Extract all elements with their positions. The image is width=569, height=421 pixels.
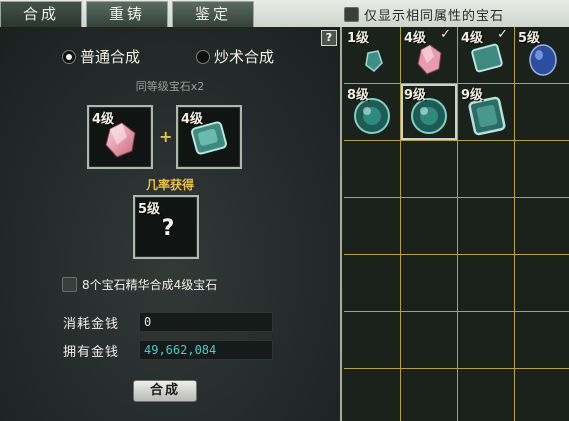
inventory-cell[interactable]: 9级	[458, 84, 515, 141]
inventory-cell[interactable]: 8级	[344, 84, 401, 141]
cost-row: 消耗金钱 0	[63, 312, 273, 332]
check-icon: ✓	[440, 27, 451, 42]
inventory-cell[interactable]	[401, 255, 458, 312]
same-attribute-filter[interactable]: 仅显示相同属性的宝石	[344, 4, 504, 24]
inventory-cell[interactable]	[344, 255, 401, 312]
cost-value: 0	[139, 312, 273, 332]
question-mark-icon: ?	[161, 216, 175, 241]
inventory-grid: 1级 4级 ✓ 4级 ✓ 5级 8级 9级 9级	[344, 27, 569, 421]
chance-label: 几率获得	[145, 178, 194, 192]
tab-recast[interactable]: 重铸	[86, 1, 168, 27]
inventory-cell[interactable]	[515, 312, 569, 369]
inventory-cell[interactable]	[458, 255, 515, 312]
combine-panel: ? 普通合成 炒术合成 同等级宝石x2 4级 + 4级 几率获得 5级 ? 8个…	[0, 27, 340, 421]
slot-level: 4级	[181, 112, 204, 127]
inventory-cell[interactable]: 1级	[344, 27, 401, 84]
inventory-cell[interactable]: 4级 ✓	[401, 27, 458, 84]
mode-normal-label: 普通合成	[80, 48, 141, 66]
combine-button[interactable]: 合成	[133, 380, 197, 402]
gem-level: 9级	[461, 88, 484, 103]
mode-normal-radio[interactable]: 普通合成	[62, 46, 140, 67]
top-bar: 合成 重铸 鉴定 仅显示相同属性的宝石	[0, 0, 569, 27]
input-slot-1[interactable]: 4级	[87, 105, 153, 169]
gem-level: 8级	[347, 88, 370, 103]
inventory-cell[interactable]	[458, 141, 515, 198]
input-slot-2[interactable]: 4级	[176, 105, 242, 169]
inventory-cell[interactable]	[515, 141, 569, 198]
filter-checkbox[interactable]	[344, 6, 359, 22]
inventory-cell[interactable]	[458, 312, 515, 369]
inventory-cell[interactable]: 5级	[515, 27, 569, 84]
gem-level: 4级	[461, 31, 484, 46]
inventory-cell[interactable]: 4级 ✓	[458, 27, 515, 84]
check-icon: ✓	[497, 27, 508, 42]
inventory-cell[interactable]	[344, 141, 401, 198]
filter-label: 仅显示相同属性的宝石	[364, 8, 505, 24]
inventory-cell[interactable]	[344, 312, 401, 369]
inventory-cell[interactable]	[515, 198, 569, 255]
inventory-cell[interactable]	[458, 198, 515, 255]
mode-skill-radio[interactable]: 炒术合成	[196, 46, 274, 67]
inventory-cell[interactable]: 9级	[401, 84, 458, 141]
gem-inventory: 1级 4级 ✓ 4级 ✓ 5级 8级 9级 9级	[340, 27, 569, 421]
gem-level: 5级	[518, 31, 541, 46]
inventory-cell[interactable]	[401, 369, 458, 421]
inventory-cell[interactable]	[401, 312, 458, 369]
essence-checkbox[interactable]	[62, 277, 77, 292]
inventory-cell[interactable]	[515, 84, 569, 141]
result-slot: 5级 ?	[133, 195, 199, 259]
gem-level: 9级	[404, 88, 427, 103]
inventory-cell[interactable]	[458, 369, 515, 421]
inventory-cell[interactable]	[401, 198, 458, 255]
essence-label: 8个宝石精华合成4级宝石	[82, 278, 218, 292]
cost-label: 消耗金钱	[63, 316, 120, 332]
tab-appraise[interactable]: 鉴定	[172, 1, 254, 27]
gem-level: 4级	[404, 31, 427, 46]
money-row: 拥有金钱 49,662,084	[63, 340, 273, 360]
inventory-cell[interactable]	[344, 198, 401, 255]
tab-combine[interactable]: 合成	[0, 1, 82, 27]
radio-unselected-icon	[196, 49, 210, 64]
mode-skill-label: 炒术合成	[214, 48, 275, 66]
help-icon[interactable]: ?	[321, 30, 337, 46]
essence-option[interactable]: 8个宝石精华合成4级宝石	[62, 276, 217, 293]
inventory-cell[interactable]	[515, 255, 569, 312]
radio-selected-icon	[62, 49, 76, 64]
recipe-subtitle: 同等级宝石x2	[135, 80, 205, 93]
slot-level: 4级	[92, 112, 115, 127]
gem-level: 1级	[347, 31, 370, 46]
money-value: 49,662,084	[139, 340, 273, 360]
inventory-cell[interactable]	[401, 141, 458, 198]
money-label: 拥有金钱	[63, 344, 120, 360]
inventory-cell[interactable]	[515, 369, 569, 421]
result-level: 5级	[138, 202, 161, 217]
inventory-cell[interactable]	[344, 369, 401, 421]
plus-sign: +	[159, 127, 173, 146]
